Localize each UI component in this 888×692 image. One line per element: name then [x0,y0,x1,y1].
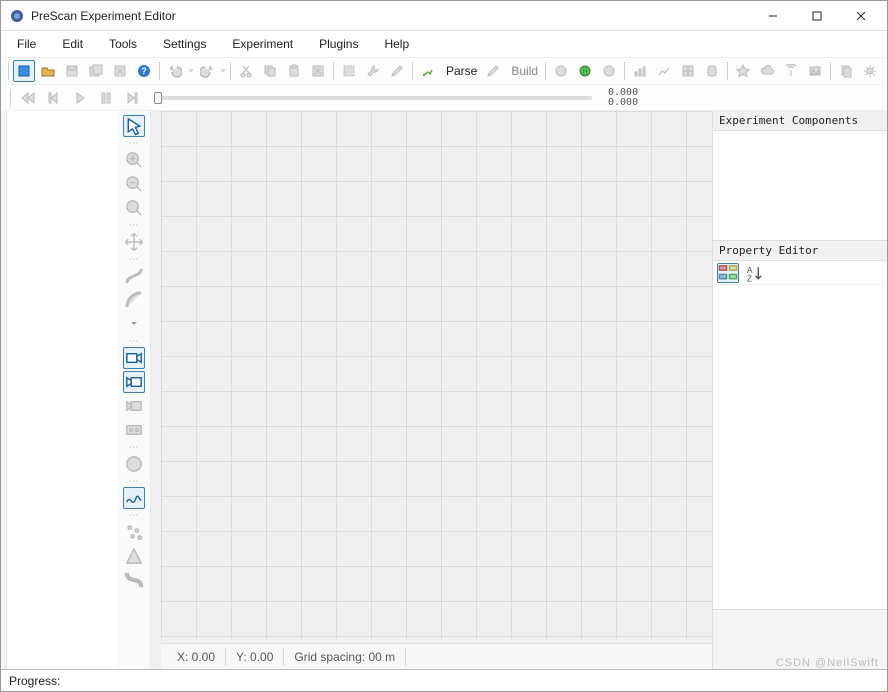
close-button[interactable] [839,2,883,30]
camera-left-tool[interactable] [123,371,145,393]
star-icon[interactable] [732,60,754,82]
globe-green-icon[interactable] [574,60,596,82]
parse-label[interactable]: Parse [442,64,481,78]
design-canvas[interactable] [161,111,712,639]
build-label[interactable]: Build [507,64,542,78]
camera-side-tool[interactable] [123,395,145,417]
property-panel-header: Property Editor [713,241,887,261]
zoom-out-tool[interactable] [123,173,145,195]
time-bottom: 0.000 [608,98,638,108]
paste-button[interactable] [283,60,305,82]
db-icon[interactable] [701,60,723,82]
play-button[interactable] [69,87,91,109]
window-title: PreScan Experiment Editor [31,9,751,23]
sphere-tool[interactable] [123,453,145,475]
copy-button[interactable] [259,60,281,82]
menu-file[interactable]: File [7,34,46,54]
select-all-button[interactable] [338,60,360,82]
rewind-step-button[interactable] [43,87,65,109]
vertical-toolbar: ⋯ ⋯ ⋯ ⋯ ⋯ ⋯ ⋯ [117,111,151,669]
antenna-icon[interactable] [780,60,802,82]
cone-tool[interactable] [123,545,145,567]
statusbar: Progress: [1,669,887,691]
canvas-area: X: 0.00 Y: 0.00 Grid spacing: 00 m [151,111,712,669]
canvas-status-bar: X: 0.00 Y: 0.00 Grid spacing: 00 m [161,643,712,669]
time-top: 0.000 [608,88,638,98]
scatter-tool[interactable] [123,521,145,543]
menu-edit[interactable]: Edit [52,34,93,54]
tool-new-button[interactable] [13,60,35,82]
svg-text:?: ? [141,66,147,76]
main-area: ⋯ ⋯ ⋯ ⋯ ⋯ ⋯ ⋯ [1,111,887,669]
arc-tool[interactable] [123,289,145,311]
pointer-tool[interactable] [123,115,145,137]
pages-icon[interactable] [835,60,857,82]
prop-categorized-button[interactable] [717,263,739,283]
reel-tool[interactable] [123,419,145,441]
parse-button[interactable] [417,60,439,82]
property-panel-footer [713,609,887,669]
bend-tool[interactable] [123,569,145,591]
rewind-full-button[interactable] [17,87,39,109]
cut-button[interactable] [235,60,257,82]
camera-right-tool[interactable] [123,347,145,369]
image-icon[interactable] [804,60,826,82]
menu-plugins[interactable]: Plugins [309,34,368,54]
zoom-fit-tool[interactable] [123,197,145,219]
maximize-button[interactable] [795,2,839,30]
property-toolbar: AZ [713,261,887,285]
skip-end-button[interactable] [121,87,143,109]
build-button[interactable] [482,60,504,82]
titlebar: PreScan Experiment Editor [1,1,887,31]
main-toolbar: ? Parse Build [1,57,887,85]
menu-help[interactable]: Help [374,34,419,54]
wrench-icon[interactable] [362,60,384,82]
app-icon [9,8,25,24]
gear-icon[interactable] [859,60,881,82]
menubar: File Edit Tools Settings Experiment Plug… [1,31,887,57]
pan-tool[interactable] [123,231,145,253]
tool-save-button[interactable] [61,60,83,82]
grid-icon[interactable] [677,60,699,82]
tool-saveall-button[interactable] [85,60,107,82]
zoom-in-tool[interactable] [123,149,145,171]
grid-background [161,111,712,639]
chart2-icon[interactable] [653,60,675,82]
redo-dropdown[interactable] [220,60,226,82]
shape-dropdown[interactable] [123,313,145,335]
delete-button[interactable] [307,60,329,82]
status-grid: Grid spacing: 00 m [284,648,406,666]
svg-text:Z: Z [747,273,752,282]
tool-export-button[interactable] [109,60,131,82]
playback-toolbar: 0.000 0.000 [1,85,887,111]
cloud-icon[interactable] [756,60,778,82]
pause-button[interactable] [95,87,117,109]
globe-grey2-icon[interactable] [598,60,620,82]
undo-button[interactable] [164,60,186,82]
tool-open-button[interactable] [37,60,59,82]
components-panel-header: Experiment Components [713,111,887,131]
status-y: Y: 0.00 [226,648,284,666]
menu-experiment[interactable]: Experiment [222,34,303,54]
redo-button[interactable] [196,60,218,82]
time-readout: 0.000 0.000 [608,88,638,108]
prop-alphabetical-button[interactable]: AZ [743,263,765,283]
curve-tool[interactable] [123,265,145,287]
menu-tools[interactable]: Tools [99,34,147,54]
globe-grey-icon[interactable] [550,60,572,82]
undo-dropdown[interactable] [188,60,194,82]
property-panel-body[interactable] [713,285,887,609]
chart-icon[interactable] [629,60,651,82]
status-x: X: 0.00 [167,648,226,666]
help-icon[interactable]: ? [133,60,155,82]
pencil-icon[interactable] [386,60,408,82]
timeline-slider[interactable] [154,96,592,100]
wave-tool[interactable] [123,487,145,509]
timeline-thumb[interactable] [154,92,162,104]
minimize-button[interactable] [751,2,795,30]
components-panel-body[interactable] [713,131,887,241]
progress-label: Progress: [9,674,60,688]
right-pane: Experiment Components Property Editor AZ [712,111,887,669]
menu-settings[interactable]: Settings [153,34,216,54]
